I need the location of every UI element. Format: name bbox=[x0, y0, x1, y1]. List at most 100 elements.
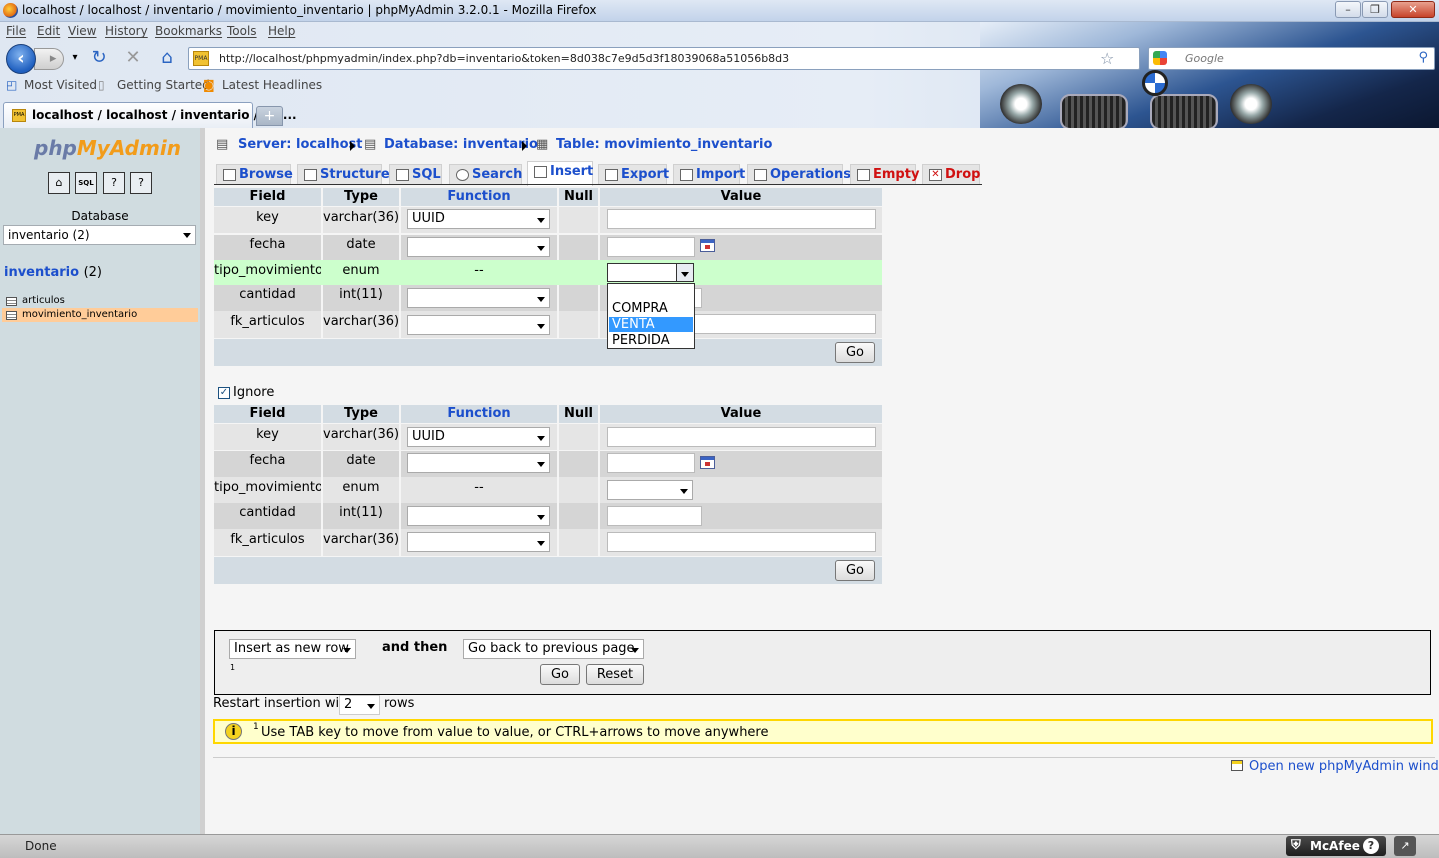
chevron-down-icon bbox=[537, 541, 545, 546]
wrench-icon bbox=[754, 169, 767, 181]
restart-suffix: rows bbox=[384, 696, 415, 711]
go-button[interactable]: Go bbox=[835, 342, 875, 363]
function-select-cantidad[interactable] bbox=[407, 506, 550, 526]
value-input-cantidad[interactable] bbox=[607, 506, 702, 526]
breadcrumb-server[interactable]: Server: localhost bbox=[238, 137, 362, 152]
stop-icon[interactable]: ✕ bbox=[122, 47, 144, 69]
function-select-key[interactable]: UUID bbox=[407, 209, 550, 229]
function-select-fk-articulos[interactable] bbox=[407, 532, 550, 552]
enum-option-compra[interactable]: COMPRA bbox=[609, 301, 693, 316]
tab-insert[interactable]: Insert bbox=[527, 161, 593, 186]
search-icon bbox=[456, 169, 469, 181]
function-select-cantidad[interactable] bbox=[407, 288, 550, 308]
chevron-down-icon bbox=[343, 648, 351, 653]
help-icon[interactable]: ? bbox=[1363, 838, 1379, 854]
search-input[interactable]: Google ⚲ bbox=[1148, 47, 1435, 70]
field-fk-articulos: fk_articulos bbox=[214, 311, 321, 338]
function-none: -- bbox=[401, 477, 557, 503]
menu-edit[interactable]: Edit bbox=[37, 24, 60, 38]
menu-history[interactable]: History bbox=[105, 24, 148, 38]
menu-help[interactable]: Help bbox=[268, 24, 295, 38]
search-go-icon[interactable]: ⚲ bbox=[1418, 50, 1428, 65]
field-fecha: fecha bbox=[214, 451, 321, 477]
value-input-key[interactable] bbox=[607, 427, 876, 447]
enum-option-venta[interactable]: VENTA bbox=[609, 317, 693, 332]
after-insert-select[interactable]: Go back to previous page bbox=[463, 639, 644, 659]
menu-tools[interactable]: Tools bbox=[227, 24, 257, 38]
back-button[interactable]: ‹ bbox=[6, 44, 36, 74]
database-select[interactable]: inventario (2) bbox=[3, 225, 196, 245]
tab-operations[interactable]: Operations bbox=[747, 164, 851, 185]
tab-search[interactable]: Search bbox=[449, 164, 522, 185]
maximize-button[interactable]: ❐ bbox=[1362, 1, 1388, 18]
close-button[interactable]: ✕ bbox=[1391, 1, 1435, 18]
addon-icon[interactable]: ↗ bbox=[1394, 836, 1416, 856]
chevron-down-icon bbox=[537, 324, 545, 329]
chevron-down-icon bbox=[680, 489, 688, 494]
table-item-movimiento-inventario[interactable]: movimiento_inventario bbox=[2, 308, 198, 322]
open-new-window-link[interactable]: Open new phpMyAdmin window bbox=[1231, 759, 1439, 774]
go-button[interactable]: Go bbox=[835, 560, 875, 581]
breadcrumb-database[interactable]: Database: inventario bbox=[384, 137, 538, 152]
bookmark-most-visited[interactable]: Most Visited bbox=[24, 78, 97, 92]
trash-icon bbox=[857, 169, 870, 181]
header-type: Type bbox=[323, 405, 399, 423]
bookmark-latest-headlines[interactable]: Latest Headlines bbox=[222, 78, 322, 92]
value-input-key[interactable] bbox=[607, 209, 876, 229]
enum-select[interactable] bbox=[607, 263, 694, 282]
value-input-fecha[interactable] bbox=[607, 237, 695, 257]
table-item-articulos[interactable]: articulos bbox=[2, 294, 198, 308]
calendar-icon[interactable] bbox=[700, 239, 715, 252]
forward-button[interactable]: ▸ bbox=[34, 48, 64, 70]
bookmark-star-icon[interactable]: ☆ bbox=[1100, 49, 1114, 68]
bookmark-getting-started[interactable]: Getting Started bbox=[117, 78, 210, 92]
tab-empty[interactable]: Empty bbox=[850, 164, 919, 185]
breadcrumb-arrow-icon bbox=[522, 141, 527, 151]
home-icon[interactable]: ⌂ bbox=[156, 47, 178, 69]
query-window-icon[interactable]: SQL bbox=[75, 172, 97, 194]
enum-option-perdida[interactable]: PERDIDA bbox=[609, 333, 693, 348]
insert-go-button[interactable]: Go bbox=[540, 664, 580, 685]
browser-tab[interactable]: PMA localhost / localhost / inventario /… bbox=[3, 102, 297, 128]
tab-export[interactable]: Export bbox=[598, 164, 669, 185]
tab-drop[interactable]: ✕ Drop bbox=[922, 164, 980, 185]
type-cantidad: int(11) bbox=[323, 503, 399, 529]
status-bar: Done bbox=[0, 834, 1439, 858]
tab-import[interactable]: Import bbox=[673, 164, 745, 185]
enum-select[interactable] bbox=[607, 480, 693, 500]
breadcrumb-table[interactable]: Table: movimiento_inventario bbox=[556, 137, 772, 152]
phpmyadmin-logo[interactable]: phpMyAdmin bbox=[34, 136, 181, 160]
header-value: Value bbox=[600, 188, 882, 206]
history-dropdown-icon[interactable]: ▾ bbox=[64, 47, 86, 69]
function-select-fk-articulos[interactable] bbox=[407, 315, 550, 335]
insert-mode-select[interactable]: Insert as new row bbox=[229, 639, 356, 659]
tab-sql[interactable]: SQL bbox=[389, 164, 442, 185]
minimize-button[interactable]: – bbox=[1335, 1, 1361, 18]
value-input-fecha[interactable] bbox=[607, 453, 695, 473]
tab-browse[interactable]: Browse bbox=[216, 164, 293, 185]
url-bar[interactable]: PMA http://localhost/phpmyadmin/index.ph… bbox=[188, 47, 1140, 70]
menu-file[interactable]: File bbox=[6, 24, 26, 38]
rss-icon: ◙ bbox=[203, 78, 215, 92]
header-null: Null bbox=[559, 188, 598, 206]
function-select-fecha[interactable] bbox=[407, 237, 550, 257]
calendar-icon[interactable] bbox=[700, 456, 715, 469]
restart-count-select[interactable]: 2 bbox=[339, 695, 380, 715]
function-select-key[interactable]: UUID bbox=[407, 427, 550, 447]
home-icon[interactable]: ⌂ bbox=[48, 172, 70, 194]
chevron-down-icon bbox=[537, 297, 545, 302]
database-heading[interactable]: inventario (2) bbox=[4, 265, 102, 280]
ignore-checkbox[interactable]: ✓ bbox=[218, 387, 230, 399]
help-icon[interactable]: ? bbox=[130, 172, 152, 194]
menu-view[interactable]: View bbox=[68, 24, 96, 38]
docs-icon[interactable]: ? bbox=[103, 172, 125, 194]
sql-icon bbox=[396, 169, 409, 181]
reload-icon[interactable]: ↻ bbox=[88, 47, 110, 69]
menu-bookmarks[interactable]: Bookmarks bbox=[155, 24, 222, 38]
tab-structure[interactable]: Structure bbox=[297, 164, 390, 185]
reset-button[interactable]: Reset bbox=[586, 664, 644, 685]
new-tab-button[interactable]: + bbox=[256, 106, 283, 126]
chevron-down-icon bbox=[537, 515, 545, 520]
value-input-fk-articulos[interactable] bbox=[607, 532, 876, 552]
function-select-fecha[interactable] bbox=[407, 453, 550, 473]
